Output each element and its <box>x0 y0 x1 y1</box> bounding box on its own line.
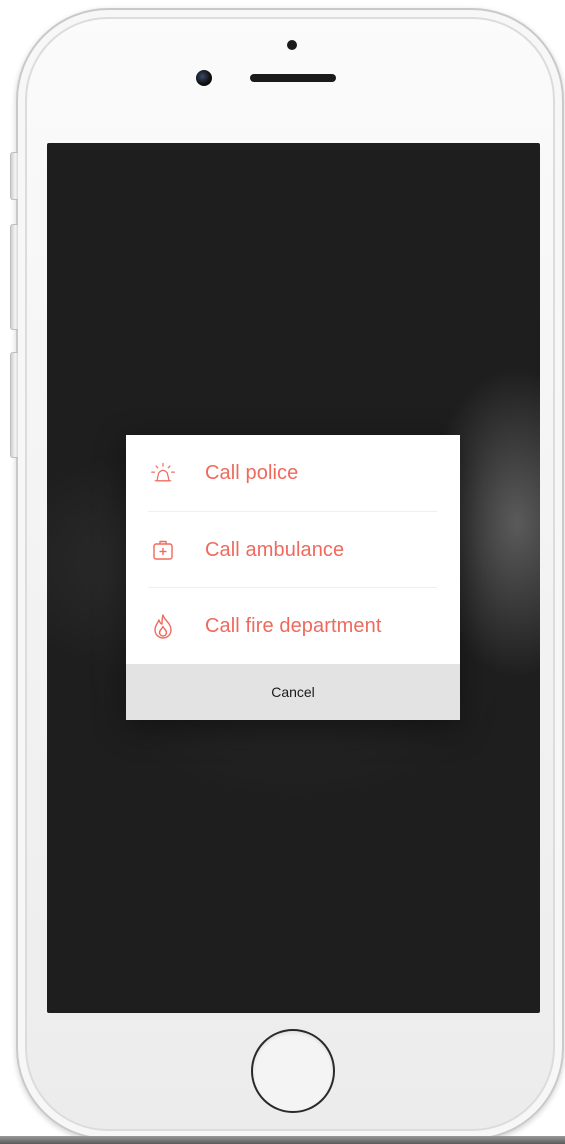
phone-screen: Call police Call ambulance Call fire dep… <box>47 143 540 1013</box>
mute-switch <box>10 152 18 200</box>
cancel-button[interactable]: Cancel <box>126 664 460 720</box>
earpiece-speaker <box>250 74 336 82</box>
call-ambulance-label: Call ambulance <box>205 538 345 561</box>
call-fire-department-option[interactable]: Call fire department <box>126 588 460 664</box>
siren-icon <box>150 460 176 486</box>
call-police-option[interactable]: Call police <box>126 435 460 511</box>
front-camera <box>196 70 212 86</box>
call-fire-department-label: Call fire department <box>205 614 382 637</box>
volume-up-button <box>10 224 18 330</box>
device-bottom-edge <box>0 1136 565 1144</box>
home-button[interactable] <box>251 1029 335 1113</box>
emergency-action-sheet: Call police Call ambulance Call fire dep… <box>126 435 460 720</box>
call-ambulance-option[interactable]: Call ambulance <box>126 512 460 588</box>
call-police-label: Call police <box>205 461 299 484</box>
flame-icon <box>150 613 176 639</box>
medical-kit-icon <box>150 537 176 563</box>
volume-down-button <box>10 352 18 458</box>
proximity-sensor <box>287 40 297 50</box>
